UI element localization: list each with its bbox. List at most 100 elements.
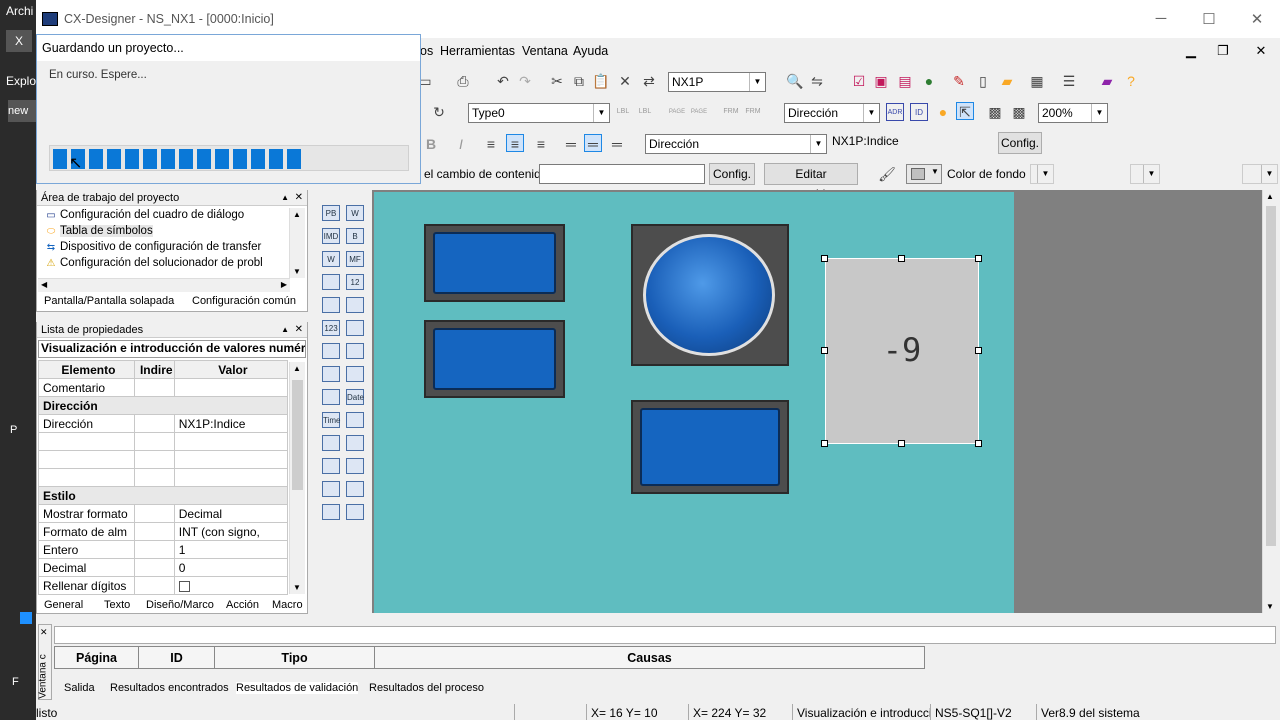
- folder-icon[interactable]: ▰: [998, 72, 1016, 90]
- property-row[interactable]: Decimal 0: [38, 558, 289, 577]
- grid-dark-icon[interactable]: ▩: [1010, 103, 1028, 121]
- property-row[interactable]: [38, 432, 289, 451]
- label-next-icon[interactable]: LBL: [636, 103, 654, 121]
- property-row[interactable]: Formato de alm INT (con signo,: [38, 522, 289, 541]
- minimize-button[interactable]: ─: [1146, 10, 1176, 27]
- scroll-down-icon[interactable]: ▼: [293, 267, 301, 276]
- scroll-up-icon[interactable]: ▲: [1266, 192, 1274, 201]
- palette-tool-26[interactable]: [346, 481, 364, 497]
- rotate-icon[interactable]: ↻: [430, 103, 448, 121]
- frame-prev-icon[interactable]: FRM: [722, 103, 740, 121]
- content-change-field[interactable]: [539, 164, 705, 184]
- tab-common-config[interactable]: Configuración común: [192, 295, 296, 307]
- property-indirect[interactable]: [133, 378, 175, 397]
- type-combo[interactable]: Type0 ▼: [468, 103, 610, 123]
- menu-item-herramientas[interactable]: Herramientas: [440, 44, 515, 58]
- scroll-up-icon[interactable]: ▲: [293, 364, 301, 373]
- property-value[interactable]: INT (con signo,: [173, 522, 289, 541]
- print-icon[interactable]: ⎙: [454, 72, 472, 90]
- section-row[interactable]: Estilo: [38, 486, 288, 505]
- property-indirect[interactable]: [133, 558, 175, 577]
- label-prev-icon[interactable]: LBL: [614, 103, 632, 121]
- palette-tool-19[interactable]: Time: [322, 412, 340, 428]
- selection-handle[interactable]: [821, 440, 828, 447]
- fill-digits-checkbox[interactable]: [178, 580, 190, 592]
- menu-item-partial[interactable]: os: [420, 44, 433, 58]
- frame-next-icon[interactable]: FRM: [744, 103, 762, 121]
- align-left-icon[interactable]: ≡: [482, 135, 500, 153]
- paste-icon[interactable]: 📋: [592, 72, 610, 90]
- tab-found-results[interactable]: Resultados encontrados: [110, 682, 229, 694]
- selection-handle[interactable]: [821, 255, 828, 262]
- document-icon[interactable]: ▯: [974, 72, 992, 90]
- property-indirect[interactable]: [133, 576, 175, 595]
- scroll-thumb[interactable]: [1266, 206, 1276, 546]
- column-tipo[interactable]: Tipo: [214, 646, 375, 669]
- palette-tool-24[interactable]: [346, 458, 364, 474]
- column-pagina[interactable]: Página: [54, 646, 139, 669]
- selection-handle[interactable]: [975, 440, 982, 447]
- image-icon[interactable]: ▦: [1028, 72, 1046, 90]
- palette-tool-18[interactable]: Date: [346, 389, 364, 405]
- push-button-3[interactable]: [631, 400, 789, 494]
- align-right-icon[interactable]: ≡: [532, 135, 550, 153]
- property-row[interactable]: Comentario: [38, 378, 289, 397]
- palette-tool-1[interactable]: PB: [322, 205, 340, 221]
- italic-icon[interactable]: I: [452, 135, 470, 153]
- mdi-minimize-icon[interactable]: ▁: [1180, 42, 1202, 60]
- tree-item-troubleshooter[interactable]: Configuración del solucionador de probl: [60, 257, 263, 269]
- replace-icon[interactable]: ⇋: [808, 72, 826, 90]
- palette-tool-20[interactable]: [346, 412, 364, 428]
- id-icon[interactable]: ID: [910, 103, 928, 121]
- delete-icon[interactable]: ✕: [616, 72, 634, 90]
- valign-top-icon[interactable]: ═: [562, 135, 580, 153]
- tree-item-symbol-table[interactable]: Tabla de símbolos: [60, 225, 153, 237]
- project-panel-scrollbar[interactable]: ▲ ▼: [289, 208, 305, 278]
- property-value[interactable]: 0: [173, 558, 289, 577]
- pin-icon[interactable]: ▲: [281, 190, 289, 206]
- background-button[interactable]: X: [6, 30, 32, 52]
- palette-tool-22[interactable]: [346, 435, 364, 451]
- transfer-icon[interactable]: ▤: [896, 72, 914, 90]
- list-icon[interactable]: ☰: [1060, 72, 1078, 90]
- find-icon[interactable]: 🔍: [786, 72, 804, 90]
- lamp-button[interactable]: [631, 224, 789, 366]
- config-address-button[interactable]: Config.: [998, 132, 1042, 154]
- numeric-display[interactable]: -9: [825, 258, 979, 444]
- tab-texto[interactable]: Texto: [104, 599, 130, 611]
- palette-tool-28[interactable]: [346, 504, 364, 520]
- palette-tool-21[interactable]: [322, 435, 340, 451]
- property-indirect[interactable]: [133, 504, 175, 523]
- check-icon[interactable]: ☑: [850, 72, 868, 90]
- tab-salida[interactable]: Salida: [64, 682, 95, 694]
- palette-tool-27[interactable]: [322, 504, 340, 520]
- scroll-left-icon[interactable]: ◀: [41, 280, 47, 289]
- property-indirect[interactable]: [133, 540, 175, 559]
- selection-handle[interactable]: [975, 347, 982, 354]
- align-center-icon[interactable]: ≡: [506, 134, 524, 152]
- bold-icon[interactable]: B: [422, 135, 440, 153]
- redo-icon[interactable]: ↷: [516, 72, 534, 90]
- canvas-scrollbar[interactable]: ▲ ▼: [1262, 190, 1278, 613]
- property-value[interactable]: [173, 378, 289, 397]
- property-indirect[interactable]: [133, 432, 175, 451]
- mdi-close-icon[interactable]: ✕: [1250, 42, 1272, 60]
- palette-tool-16[interactable]: [346, 366, 364, 382]
- selection-handle[interactable]: [975, 255, 982, 262]
- palette-tool-23[interactable]: [322, 458, 340, 474]
- tab-general[interactable]: General: [44, 599, 84, 611]
- selection-handle[interactable]: [898, 255, 905, 262]
- property-row[interactable]: [38, 468, 289, 487]
- scroll-up-icon[interactable]: ▲: [293, 210, 301, 219]
- undo-icon[interactable]: ↶: [494, 72, 512, 90]
- palette-tool-13[interactable]: [322, 343, 340, 359]
- address-value-field[interactable]: NX1P:Indice: [829, 132, 995, 152]
- property-row[interactable]: Rellenar dígitos: [38, 576, 289, 595]
- palette-tool-8[interactable]: 12: [346, 274, 364, 290]
- valign-middle-icon[interactable]: ═: [584, 134, 602, 152]
- close-icon[interactable]: ✕: [40, 627, 48, 638]
- column-id[interactable]: ID: [138, 646, 215, 669]
- palette-tool-7[interactable]: [322, 274, 340, 290]
- plc-combo[interactable]: NX1P ▼: [668, 72, 766, 92]
- property-row[interactable]: Entero 1: [38, 540, 289, 559]
